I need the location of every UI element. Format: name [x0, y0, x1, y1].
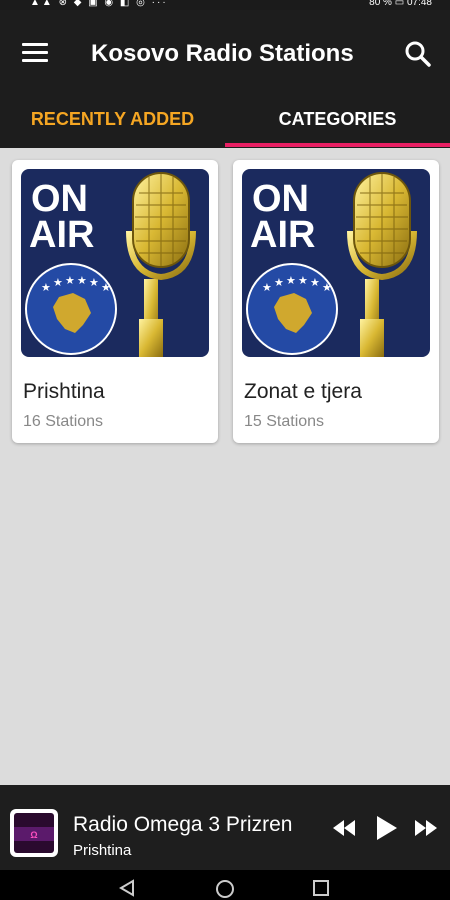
on-air-microphone-image: ★ ★ ★ ★ ★ ★ ON AIR — [242, 169, 430, 357]
status-right: 80 % ▭ 07:48 — [369, 0, 432, 8]
station-count: 15 Stations — [244, 413, 325, 430]
tab-categories[interactable]: CATEGORIES — [225, 98, 450, 148]
svg-text:★: ★ — [89, 276, 99, 289]
status-bar: ▲▲ ⊗ ◆ ▣ ◉ ◧ ◎ ··· 80 % ▭ 07:48 — [0, 0, 450, 10]
app-title: Kosovo Radio Stations — [91, 40, 354, 67]
category-card-zonat-e-tjera[interactable]: ★ ★ ★ ★ ★ ★ ON AIR Zonat e tjera 15 Stations — [233, 160, 439, 443]
svg-text:★: ★ — [322, 281, 332, 294]
app-bar: Kosovo Radio Stations RECENTLY ADDED CAT… — [0, 10, 450, 148]
recents-icon[interactable] — [312, 879, 330, 900]
tab-bar: RECENTLY ADDED CATEGORIES — [0, 98, 450, 148]
svg-text:★: ★ — [286, 274, 296, 287]
tab-recently-added[interactable]: RECENTLY ADDED — [0, 98, 225, 148]
category-name: Zonat e tjera — [244, 380, 362, 403]
hamburger-menu-icon[interactable] — [22, 42, 48, 64]
svg-text:★: ★ — [101, 281, 111, 294]
status-icons: ▲▲ ⊗ ◆ ▣ ◉ ◧ ◎ ··· — [30, 0, 168, 8]
system-nav-bar — [0, 870, 450, 900]
fast-forward-icon[interactable] — [414, 819, 438, 842]
play-icon[interactable] — [376, 815, 398, 846]
svg-text:★: ★ — [274, 276, 284, 289]
category-name: Prishtina — [23, 380, 105, 403]
rewind-icon[interactable] — [332, 819, 356, 842]
battery-icon: ▭ — [394, 0, 405, 8]
svg-text:★: ★ — [298, 274, 308, 287]
svg-text:★: ★ — [53, 276, 63, 289]
clock: 07:48 — [406, 0, 432, 8]
station-count: 16 Stations — [23, 413, 104, 430]
now-playing-bar[interactable]: Ω Radio Omega 3 Prizren Prishtina — [0, 785, 450, 870]
image-text-air: AIR — [250, 214, 315, 256]
svg-text:Ω: Ω — [30, 830, 37, 840]
svg-text:★: ★ — [77, 274, 87, 287]
category-card-prishtina[interactable]: ★ ★ ★ ★ ★ ★ ON AIR Prishtina 16 Stations — [12, 160, 218, 443]
station-artwork[interactable]: Ω — [10, 809, 58, 857]
now-playing-category: Prishtina — [73, 842, 132, 859]
home-icon[interactable] — [215, 879, 235, 900]
image-text-air: AIR — [29, 214, 94, 256]
svg-text:★: ★ — [262, 281, 272, 294]
svg-text:★: ★ — [65, 274, 75, 287]
on-air-microphone-image: ★ ★ ★ ★ ★ ★ ON AIR — [21, 169, 209, 357]
active-tab-indicator — [225, 143, 450, 147]
now-playing-station: Radio Omega 3 Prizren — [73, 813, 293, 836]
back-icon[interactable] — [118, 879, 136, 900]
svg-text:★: ★ — [41, 281, 51, 294]
svg-text:★: ★ — [310, 276, 320, 289]
search-icon[interactable] — [404, 40, 432, 68]
battery-level: 80 % — [369, 0, 392, 8]
